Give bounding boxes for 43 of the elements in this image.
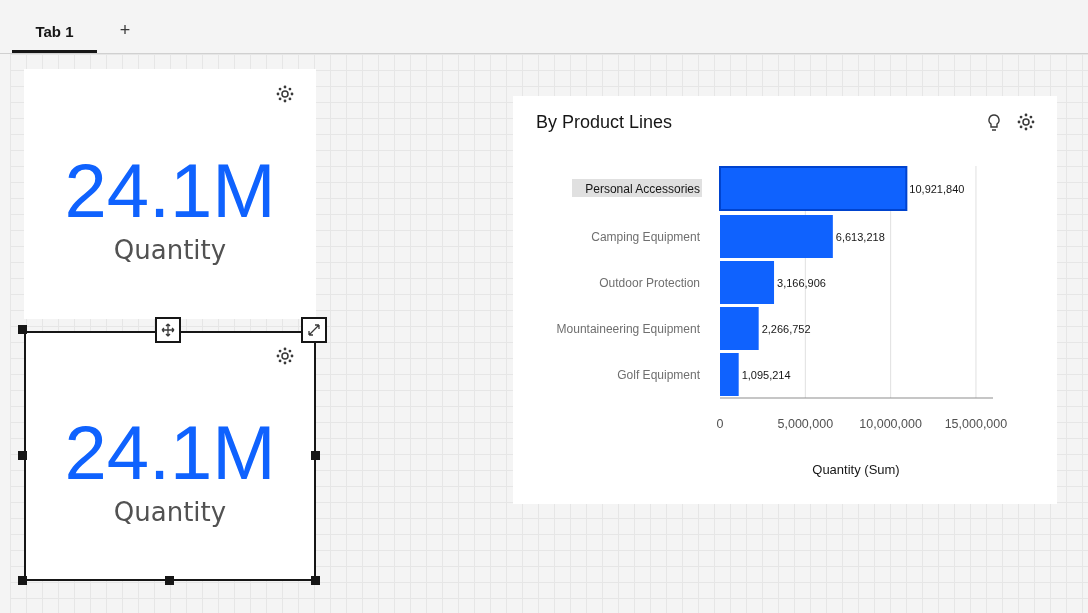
resize-handle[interactable] <box>18 325 27 334</box>
settings-icon[interactable] <box>1017 113 1035 131</box>
value-label: 6,613,218 <box>835 231 885 243</box>
kpi-card[interactable]: 24.1M Quantity <box>24 69 316 319</box>
move-handle[interactable] <box>155 317 181 343</box>
kpi-label: Quantity <box>113 497 227 527</box>
bar[interactable] <box>720 261 775 304</box>
bar[interactable] <box>720 215 833 258</box>
value-label: 10,921,840 <box>909 183 965 195</box>
category-label[interactable]: Camping Equipment <box>591 230 700 244</box>
expand-button[interactable] <box>301 317 327 343</box>
tick-label: 0 <box>716 417 724 431</box>
kpi-card[interactable]: 24.1M Quantity <box>24 331 316 581</box>
settings-icon[interactable] <box>276 347 294 365</box>
resize-handle[interactable] <box>311 451 320 460</box>
chart-card[interactable] <box>513 96 1057 504</box>
move-icon <box>161 323 175 337</box>
category-label[interactable]: Golf Equipment <box>617 368 700 382</box>
value-label: 3,166,906 <box>777 277 826 289</box>
bar[interactable] <box>720 353 739 396</box>
lightbulb-icon[interactable] <box>987 113 1001 133</box>
kpi-value: 24.1M <box>64 153 276 229</box>
tick-label: 5,000,000 <box>777 417 834 431</box>
category-label[interactable]: Outdoor Protection <box>599 276 700 290</box>
resize-handle[interactable] <box>165 576 174 585</box>
chart-title: By Product Lines <box>536 112 673 133</box>
bar[interactable] <box>719 166 908 211</box>
category-label[interactable]: Mountaineering Equipment <box>556 322 700 336</box>
value-label: 2,266,752 <box>761 323 811 335</box>
expand-icon <box>307 323 321 337</box>
resize-handle[interactable] <box>18 451 27 460</box>
settings-icon[interactable] <box>276 85 294 103</box>
axis-title: Quantity (Sum) <box>812 462 900 477</box>
tick-label: 15,000,000 <box>944 417 1008 431</box>
add-tab-button[interactable]: + <box>105 13 145 53</box>
resize-handle[interactable] <box>311 576 320 585</box>
tick-label: 10,000,000 <box>859 417 922 431</box>
value-label: 1,095,214 <box>741 369 791 381</box>
bar[interactable] <box>720 307 759 350</box>
category-label[interactable]: Personal Accessories <box>585 182 700 196</box>
resize-handle[interactable] <box>18 576 27 585</box>
kpi-value: 24.1M <box>64 415 276 491</box>
kpi-label: Quantity <box>113 235 227 265</box>
